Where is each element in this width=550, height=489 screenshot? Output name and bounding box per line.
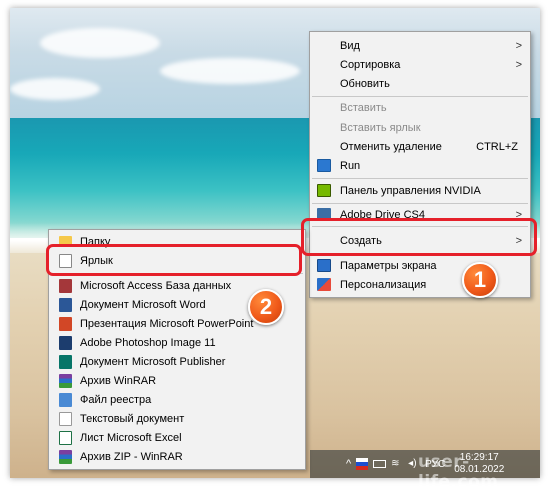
battery-icon[interactable] — [373, 460, 387, 468]
menu-item-label: Персонализация — [340, 278, 427, 291]
personalization-icon — [317, 278, 331, 291]
menu-item-nvidia[interactable]: Панель управления NVIDIA — [310, 181, 530, 200]
wallpaper-cloud — [160, 58, 300, 84]
submenu-item-label: Лист Microsoft Excel — [80, 431, 182, 444]
step-badge-2: 2 — [248, 289, 284, 325]
excel-icon — [59, 430, 72, 445]
menu-item-sort[interactable]: Сортировка > — [310, 55, 530, 74]
nvidia-icon — [317, 184, 331, 197]
word-icon — [59, 297, 72, 312]
wallpaper-cloud — [40, 28, 160, 58]
menu-item-label: Отменить удаление — [340, 140, 442, 153]
menu-item-run[interactable]: Run — [310, 156, 530, 175]
submenu-item-text-document[interactable]: Текстовый документ — [49, 409, 305, 428]
text-document-icon — [59, 411, 72, 426]
menu-item-display-settings[interactable]: Параметры экрана — [310, 256, 530, 275]
zip-icon — [59, 449, 72, 464]
menu-item-label: Вид — [340, 39, 360, 52]
powerpoint-icon — [59, 316, 72, 331]
display-settings-icon — [317, 259, 331, 272]
submenu-item-label: Файл реестра — [80, 393, 152, 406]
menu-item-paste[interactable]: Вставить — [310, 98, 530, 117]
menu-item-label: Run — [340, 159, 361, 172]
menu-separator — [312, 96, 528, 97]
submenu-item-label: Архив ZIP - WinRAR — [80, 450, 183, 463]
submenu-item-winrar[interactable]: Архив WinRAR — [49, 371, 305, 390]
menu-item-label: Панель управления NVIDIA — [340, 184, 481, 197]
highlight-create — [301, 218, 537, 256]
menu-item-label: Вставить — [340, 101, 387, 114]
submenu-item-label: Текстовый документ — [80, 412, 185, 425]
menu-item-undo-delete[interactable]: Отменить удаление CTRL+Z — [310, 137, 530, 156]
menu-item-shortcut: CTRL+Z — [476, 140, 518, 153]
menu-item-label: Обновить — [340, 77, 390, 90]
submenu-item-label: Adobe Photoshop Image 11 — [80, 336, 216, 349]
submenu-item-label: Документ Microsoft Publisher — [80, 355, 226, 368]
menu-separator — [312, 178, 528, 179]
flag-icon[interactable] — [356, 458, 369, 470]
chevron-right-icon: > — [515, 58, 522, 71]
registry-icon — [59, 392, 72, 407]
winrar-icon — [59, 373, 72, 388]
chevron-right-icon: > — [515, 39, 522, 52]
step-badge-1: 1 — [462, 262, 498, 298]
submenu-item-label: Microsoft Access База данных — [80, 279, 232, 292]
submenu-item-registry[interactable]: Файл реестра — [49, 390, 305, 409]
run-icon — [317, 159, 331, 172]
submenu-item-zip[interactable]: Архив ZIP - WinRAR — [49, 447, 305, 466]
menu-item-paste-shortcut[interactable]: Вставить ярлык — [310, 118, 530, 137]
photoshop-icon — [59, 335, 72, 350]
highlight-shortcut — [46, 244, 302, 276]
menu-item-refresh[interactable]: Обновить — [310, 74, 530, 93]
access-icon — [59, 278, 72, 293]
submenu-item-label: Презентация Microsoft PowerPoint — [80, 317, 254, 330]
watermark: user-life.com — [418, 452, 499, 489]
submenu-item-publisher[interactable]: Документ Microsoft Publisher — [49, 352, 305, 371]
menu-separator — [312, 203, 528, 204]
submenu-item-excel[interactable]: Лист Microsoft Excel — [49, 428, 305, 447]
wifi-icon[interactable]: ≋ — [391, 458, 403, 470]
publisher-icon — [59, 354, 72, 369]
submenu-item-photoshop[interactable]: Adobe Photoshop Image 11 — [49, 333, 305, 352]
submenu-item-label: Документ Microsoft Word — [80, 298, 206, 311]
menu-item-label: Параметры экрана — [340, 259, 437, 272]
menu-item-label: Вставить ярлык — [340, 121, 421, 134]
submenu-item-label: Архив WinRAR — [80, 374, 157, 387]
menu-item-view[interactable]: Вид > — [310, 36, 530, 55]
wallpaper-cloud — [10, 78, 100, 100]
chevron-up-icon[interactable]: ^ — [346, 458, 351, 470]
desktop-context-menu: Вид > Сортировка > Обновить Вставить Вст… — [309, 31, 531, 298]
menu-item-label: Сортировка — [340, 58, 401, 71]
